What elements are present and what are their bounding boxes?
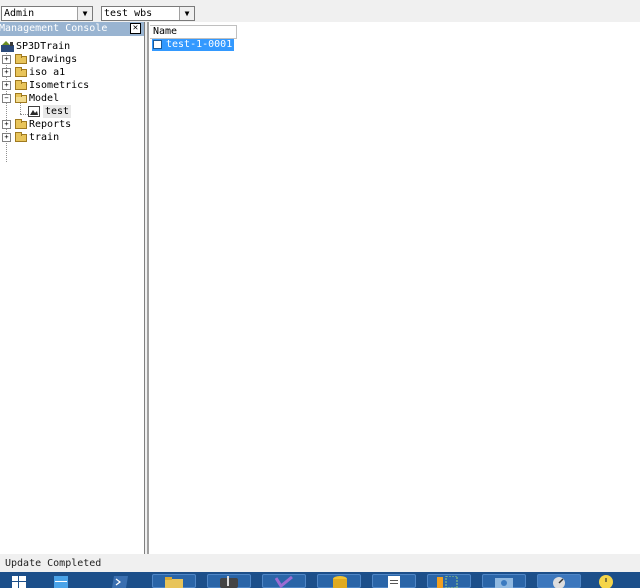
chevron-down-icon[interactable]: ▼ bbox=[77, 7, 92, 20]
visual-studio-button[interactable] bbox=[262, 574, 306, 588]
column-header-name[interactable]: Name bbox=[150, 25, 237, 39]
tree-item-model[interactable]: − Model bbox=[0, 92, 140, 105]
expand-icon[interactable]: + bbox=[2, 81, 11, 90]
expand-icon[interactable]: + bbox=[2, 133, 11, 142]
folder-icon bbox=[15, 67, 27, 77]
pane-title: Management Console bbox=[0, 23, 108, 34]
list-item-label: test-1-0001 bbox=[166, 39, 233, 50]
open-folder-icon bbox=[15, 93, 27, 103]
tree-item-isometrics[interactable]: + Isometrics bbox=[0, 79, 140, 92]
tool-button[interactable] bbox=[427, 574, 471, 588]
management-console-pane: Management Console ✕ SP3DTrain + Drawing… bbox=[0, 22, 145, 554]
wbs-combo-value: test wbs bbox=[104, 8, 153, 19]
network-button[interactable] bbox=[482, 574, 526, 588]
item-list-pane: Name test-1-0001 bbox=[147, 22, 640, 554]
folder-icon bbox=[15, 80, 27, 90]
tree-item-label: iso a1 bbox=[29, 67, 66, 78]
gauge-icon bbox=[553, 577, 565, 588]
database-button[interactable] bbox=[317, 574, 361, 588]
user-combo[interactable]: Admin ▼ bbox=[1, 6, 93, 21]
app-icon bbox=[220, 576, 238, 588]
windows-start-icon[interactable] bbox=[12, 576, 26, 588]
folder-icon bbox=[15, 132, 27, 142]
powershell-icon[interactable] bbox=[112, 576, 128, 588]
tree-item-label: Model bbox=[29, 93, 60, 104]
chevron-down-icon[interactable]: ▼ bbox=[179, 7, 194, 20]
expand-icon[interactable]: + bbox=[2, 120, 11, 129]
document-button[interactable] bbox=[372, 574, 416, 588]
document-icon bbox=[388, 576, 400, 588]
wbs-combo[interactable]: test wbs ▼ bbox=[101, 6, 195, 21]
server-manager-icon[interactable] bbox=[54, 576, 68, 588]
tree-root-label: SP3DTrain bbox=[16, 41, 71, 52]
tree-connector bbox=[20, 114, 28, 115]
model-icon bbox=[28, 106, 40, 117]
status-text: Update Completed bbox=[5, 558, 102, 569]
tool-icon bbox=[437, 576, 458, 588]
file-explorer-icon bbox=[165, 577, 183, 588]
tree-item-label: test bbox=[43, 105, 72, 118]
taskbar bbox=[0, 572, 640, 588]
tree-item-reports[interactable]: + Reports bbox=[0, 118, 140, 131]
column-header-label: Name bbox=[153, 26, 178, 37]
tree-item-label: Isometrics bbox=[29, 80, 90, 91]
tree-item-label: train bbox=[29, 132, 60, 143]
list-item[interactable]: test-1-0001 bbox=[152, 39, 235, 51]
tree-item-label: Drawings bbox=[29, 54, 78, 65]
tree-item-label: Reports bbox=[29, 119, 72, 130]
network-icon bbox=[495, 578, 513, 588]
expand-icon[interactable]: + bbox=[2, 68, 11, 77]
folder-icon bbox=[15, 54, 27, 64]
collapse-icon[interactable]: − bbox=[2, 94, 11, 103]
checked-document-icon bbox=[153, 40, 162, 49]
pane-header: Management Console ✕ bbox=[0, 22, 144, 36]
toolbar: Admin ▼ test wbs ▼ bbox=[0, 0, 640, 24]
app-button[interactable] bbox=[207, 574, 251, 588]
folder-icon bbox=[15, 119, 27, 129]
tree-item-train[interactable]: + train bbox=[0, 131, 140, 144]
database-icon bbox=[333, 576, 347, 588]
file-explorer-button[interactable] bbox=[152, 574, 196, 588]
tree-item-drawings[interactable]: + Drawings bbox=[0, 53, 140, 66]
visual-studio-icon bbox=[275, 576, 293, 588]
clock-icon[interactable] bbox=[598, 574, 614, 588]
user-combo-value: Admin bbox=[4, 8, 35, 19]
gauge-button[interactable] bbox=[537, 574, 581, 588]
close-icon[interactable]: ✕ bbox=[130, 23, 141, 34]
project-icon bbox=[1, 41, 14, 52]
tree-item-iso-a1[interactable]: + iso a1 bbox=[0, 66, 140, 79]
expand-icon[interactable]: + bbox=[2, 55, 11, 64]
status-bar: Update Completed bbox=[0, 556, 640, 572]
